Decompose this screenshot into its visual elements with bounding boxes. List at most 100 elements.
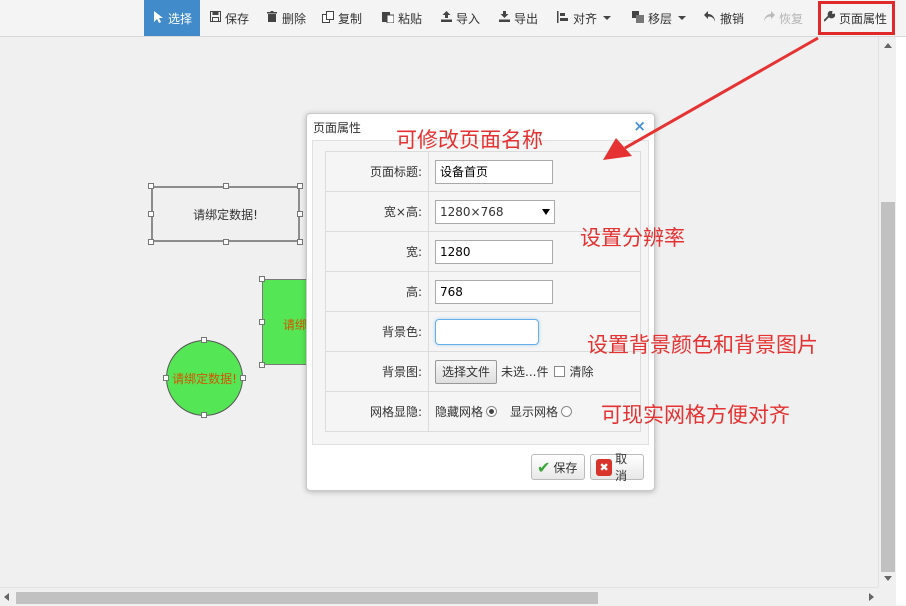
resolution-select[interactable]: 1280×768	[435, 199, 555, 224]
bgimage-label: 背景图:	[325, 351, 429, 392]
resize-handle[interactable]	[148, 183, 154, 189]
resize-handle[interactable]	[201, 337, 207, 343]
redo-icon	[763, 11, 775, 25]
resize-handle[interactable]	[201, 412, 207, 418]
cancel-button[interactable]: ✖ 取消	[590, 452, 644, 483]
resize-handle[interactable]	[148, 211, 154, 217]
rect-shape-text: 请绑定数据!	[193, 207, 258, 222]
width-input[interactable]: 1280	[435, 239, 553, 264]
select-tool-button[interactable]: 选择	[144, 0, 201, 36]
resize-handle[interactable]	[259, 319, 265, 325]
highlight-box	[818, 1, 895, 35]
annotation-resolution: 设置分辨率	[580, 226, 685, 250]
toolbar: 选择 保存 删除 复制 粘贴 导入 导出 对齐 移层 撤销 恢复 页面属性	[0, 0, 906, 37]
check-icon: ✔	[537, 457, 551, 477]
copy-tool-label: 复制	[338, 11, 363, 26]
text-rect-shape[interactable]: 请绑定数据!	[151, 186, 300, 242]
layer-tool-button[interactable]: 移层	[632, 0, 687, 36]
undo-tool-button[interactable]: 撤销	[704, 0, 744, 36]
grid-show-radio[interactable]	[561, 406, 573, 417]
green-rect-shape[interactable]: 请绑	[262, 279, 312, 365]
paste-icon	[382, 11, 395, 26]
align-icon	[557, 10, 569, 26]
scroll-thumb[interactable]	[16, 592, 598, 604]
align-tool-label: 对齐	[573, 11, 598, 26]
annotation-grid: 可现实网格方便对齐	[601, 403, 790, 427]
title-label: 页面标题:	[325, 151, 429, 192]
chevron-down-icon	[542, 208, 550, 215]
grid-show-label: 显示网格	[510, 405, 559, 419]
copy-icon	[322, 10, 334, 26]
save-icon	[209, 11, 221, 25]
bgcolor-input[interactable]	[435, 318, 539, 345]
align-tool-button[interactable]: 对齐	[557, 0, 612, 36]
save-tool-button[interactable]: 保存	[209, 0, 249, 36]
resize-handle[interactable]	[297, 183, 303, 189]
scroll-thumb[interactable]	[881, 202, 895, 572]
vertical-scrollbar[interactable]	[878, 37, 897, 587]
width-label: 宽:	[325, 231, 429, 272]
delete-tool-label: 删除	[282, 11, 307, 26]
annotation-rename: 可修改页面名称	[396, 128, 543, 152]
dialog-body: 页面标题: 设备首页 宽×高: 1280×768 宽: 1280 高: 768	[312, 140, 649, 445]
undo-tool-label: 撤销	[720, 11, 745, 26]
resolution-label: 宽×高:	[325, 191, 429, 232]
undo-icon	[704, 11, 716, 25]
file-status-text: 未选...件	[501, 365, 549, 379]
scroll-right-icon[interactable]	[869, 593, 874, 601]
close-icon[interactable]: ×	[633, 117, 646, 135]
dialog-footer: ✔ 保存 ✖ 取消	[307, 445, 654, 490]
grid-hide-radio[interactable]	[486, 406, 498, 417]
paste-tool-label: 粘贴	[398, 11, 423, 26]
redo-tool-button[interactable]: 恢复	[763, 0, 803, 36]
import-icon	[440, 11, 452, 25]
grid-label: 网格显隐:	[325, 391, 429, 432]
page-title-input[interactable]: 设备首页	[435, 159, 553, 184]
trash-icon	[266, 11, 278, 25]
export-icon	[498, 11, 510, 25]
chevron-down-icon	[603, 16, 612, 20]
circle-shape[interactable]: 请绑定数据!	[166, 340, 243, 416]
form-row-grid: 网格显隐: 隐藏网格 显示网格	[325, 391, 641, 432]
scroll-down-icon[interactable]	[884, 576, 892, 581]
cancel-button-label: 取消	[615, 452, 628, 483]
height-label: 高:	[325, 271, 429, 312]
resize-handle[interactable]	[297, 239, 303, 245]
delete-tool-button[interactable]: 删除	[266, 0, 306, 36]
window-edge	[896, 37, 906, 605]
import-tool-label: 导入	[456, 11, 481, 26]
resize-handle[interactable]	[297, 211, 303, 217]
resolution-value: 1280×768	[440, 204, 504, 219]
clear-label: 清除	[569, 365, 594, 379]
bgcolor-label: 背景色:	[325, 311, 429, 352]
export-tool-button[interactable]: 导出	[498, 0, 538, 36]
resize-handle[interactable]	[148, 239, 154, 245]
clear-checkbox[interactable]	[554, 366, 566, 377]
resize-handle[interactable]	[259, 362, 265, 368]
height-input[interactable]: 768	[435, 279, 553, 304]
resize-handle[interactable]	[223, 183, 229, 189]
green-rect-text: 请绑	[283, 318, 308, 332]
annotation-background: 设置背景颜色和背景图片	[587, 333, 818, 357]
choose-file-button[interactable]: 选择文件	[435, 359, 498, 384]
save-button[interactable]: ✔ 保存	[531, 454, 585, 480]
copy-tool-button[interactable]: 复制	[322, 0, 362, 36]
import-tool-button[interactable]: 导入	[440, 0, 480, 36]
resize-handle[interactable]	[223, 239, 229, 245]
grid-hide-label: 隐藏网格	[435, 405, 484, 419]
layer-icon	[632, 10, 644, 26]
chevron-down-icon	[678, 16, 687, 20]
dialog-title: 页面属性	[313, 121, 362, 135]
page-properties-dialog: 页面属性 × 页面标题: 设备首页 宽×高: 1280×768 宽: 1280	[306, 113, 655, 491]
form-row-title: 页面标题: 设备首页	[325, 151, 641, 192]
circle-shape-text: 请绑定数据!	[172, 371, 237, 386]
redo-tool-label: 恢复	[779, 11, 804, 26]
resize-handle[interactable]	[240, 375, 246, 381]
resize-handle[interactable]	[163, 375, 169, 381]
paste-tool-button[interactable]: 粘贴	[382, 0, 422, 36]
save-tool-label: 保存	[225, 11, 250, 26]
scroll-left-icon[interactable]	[4, 593, 9, 601]
horizontal-scrollbar[interactable]	[0, 587, 878, 606]
resize-handle[interactable]	[259, 276, 265, 282]
scroll-up-icon[interactable]	[884, 43, 892, 48]
